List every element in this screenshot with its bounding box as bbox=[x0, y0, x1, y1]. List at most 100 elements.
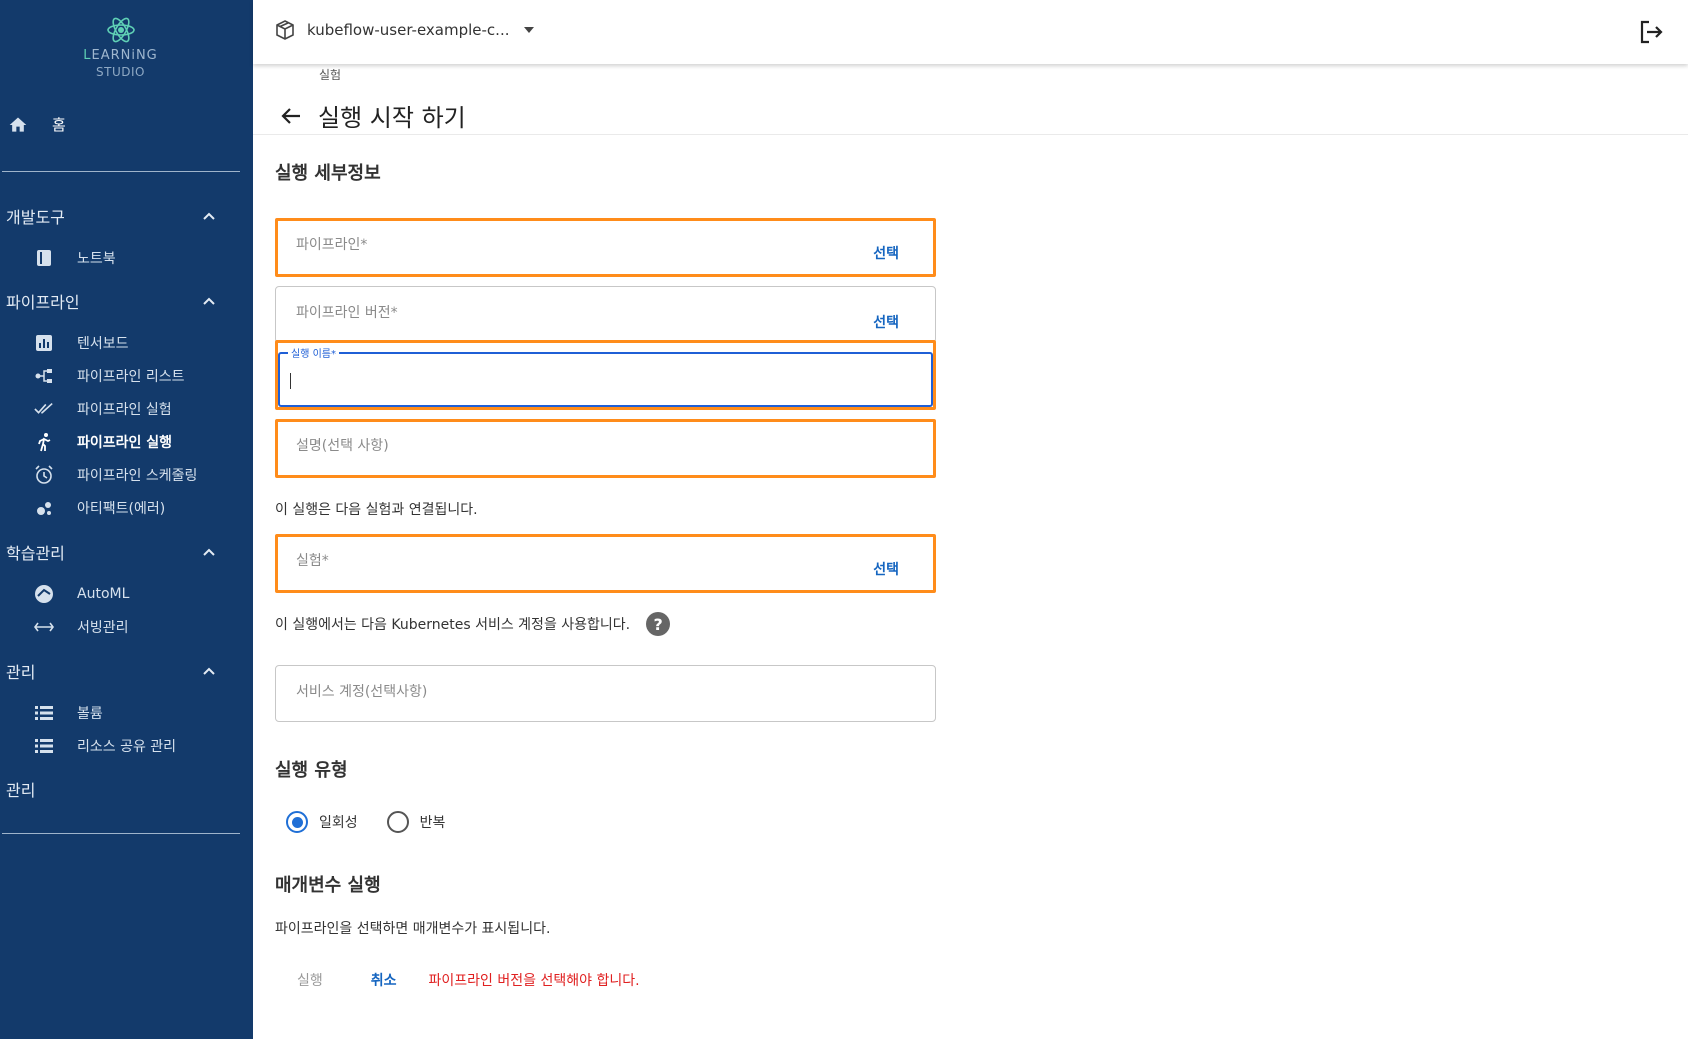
sidebar-item-label: 서빙관리 bbox=[77, 620, 129, 636]
page-title: 실행 시작 하기 bbox=[318, 104, 466, 132]
sidebar-item-resource-sharing[interactable]: 리소스 공유 관리 bbox=[34, 736, 176, 756]
sidebar-item-label: 파이프라인 실행 bbox=[77, 435, 173, 451]
sidebar-item-label: 텐서보드 bbox=[77, 336, 129, 352]
atom-logo-icon bbox=[106, 17, 135, 43]
logo-text-rest: EARNiNG bbox=[91, 48, 158, 63]
run-icon bbox=[38, 433, 51, 452]
run-name-label: 실행 이름* bbox=[288, 345, 339, 360]
cube-icon bbox=[276, 20, 294, 40]
sidebar-item-serving[interactable]: 서빙관리 bbox=[34, 617, 129, 637]
pipeline-version-select-button[interactable]: 선택 bbox=[873, 312, 899, 332]
pipeline-placeholder: 파이프라인* bbox=[296, 237, 368, 253]
run-name-field[interactable]: 실행 이름* bbox=[275, 340, 936, 410]
experiment-field[interactable]: 실험* 선택 bbox=[275, 534, 936, 593]
sidebar-item-pipeline-list[interactable]: 파이프라인 리스트 bbox=[34, 366, 185, 386]
experiment-placeholder: 실험* bbox=[296, 553, 329, 569]
namespace-name: kubeflow-user-example-c... bbox=[307, 21, 510, 39]
back-arrow-icon[interactable] bbox=[280, 105, 302, 127]
sidebar-item-volumes[interactable]: 볼륨 bbox=[34, 703, 103, 723]
sidebar-section-pipeline[interactable]: 파이프라인 bbox=[6, 289, 216, 313]
service-account-field[interactable]: 서비스 계정(선택사항) bbox=[275, 665, 936, 722]
alarm-icon bbox=[35, 465, 53, 484]
chevron-up-icon bbox=[203, 548, 215, 556]
header-divider bbox=[253, 134, 1688, 135]
run-name-outline bbox=[278, 352, 933, 407]
sidebar-item-label: 홈 bbox=[52, 116, 66, 134]
service-account-note-text: 이 실행에서는 다음 Kubernetes 서비스 계정을 사용합니다. bbox=[275, 617, 631, 633]
logo-text: LEARNiNG bbox=[0, 48, 241, 63]
params-note-text: 파이프라인을 선택하면 매개변수가 표시됩니다. bbox=[275, 921, 551, 937]
app-logo[interactable]: LEARNiNG STUDIO bbox=[0, 14, 241, 79]
sidebar-item-label: 파이프라인 스케줄링 bbox=[77, 468, 198, 484]
arrows-icon bbox=[34, 622, 54, 632]
home-icon bbox=[9, 117, 27, 132]
sidebar-item-pipeline-runs[interactable]: 파이프라인 실행 bbox=[34, 432, 172, 452]
logo-subtext: STUDIO bbox=[96, 65, 145, 79]
experiment-select-button[interactable]: 선택 bbox=[873, 559, 899, 579]
sidebar-item-label: 파이프라인 실험 bbox=[77, 402, 172, 418]
section-title: 파이프라인 bbox=[6, 293, 80, 312]
run-button[interactable]: 실행 bbox=[297, 970, 323, 990]
sidebar-divider bbox=[2, 833, 240, 834]
list-icon bbox=[35, 739, 53, 753]
help-icon[interactable]: ? bbox=[646, 612, 671, 636]
cancel-button[interactable]: 취소 bbox=[371, 970, 397, 990]
double-check-icon bbox=[34, 402, 53, 414]
sidebar-section-training[interactable]: 학습관리 bbox=[6, 540, 216, 564]
form-actions: 실행 취소 파이프라인 버전을 선택해야 합니다. bbox=[297, 970, 640, 990]
pipeline-version-field[interactable]: 파이프라인 버전* 선택 bbox=[275, 286, 936, 343]
service-account-placeholder: 서비스 계정(선택사항) bbox=[296, 684, 428, 700]
chevron-up-icon bbox=[203, 667, 215, 675]
page-header: 실행 시작 하기 bbox=[280, 98, 466, 133]
radio-one-off[interactable] bbox=[286, 811, 308, 833]
sidebar-section-devtools[interactable]: 개발도구 bbox=[6, 204, 216, 228]
sidebar-item-notebook[interactable]: 노트북 bbox=[34, 248, 116, 268]
sidebar-item-label: 파이프라인 리스트 bbox=[77, 369, 185, 385]
notebook-icon bbox=[37, 250, 51, 266]
sidebar-item-pipeline-scheduling[interactable]: 파이프라인 스케줄링 bbox=[34, 465, 197, 485]
description-field[interactable]: 설명(선택 사항) bbox=[275, 419, 936, 478]
params-note: 파이프라인을 선택하면 매개변수가 표시됩니다. bbox=[275, 918, 550, 938]
radio-selected-dot bbox=[291, 816, 303, 828]
breadcrumb[interactable]: 실험 bbox=[319, 66, 341, 83]
list-icon bbox=[35, 706, 53, 720]
radio-recurring-label[interactable]: 반복 bbox=[420, 812, 446, 832]
error-message: 파이프라인 버전을 선택해야 합니다. bbox=[428, 973, 640, 989]
pipeline-version-placeholder: 파이프라인 버전* bbox=[296, 305, 398, 321]
sidebar-section-admin[interactable]: 관리 bbox=[6, 777, 216, 801]
section-title: 개발도구 bbox=[6, 208, 65, 227]
pipeline-select-button[interactable]: 선택 bbox=[873, 243, 899, 263]
logout-button[interactable] bbox=[1638, 19, 1664, 49]
sidebar-item-pipeline-experiments[interactable]: 파이프라인 실험 bbox=[34, 399, 172, 419]
caret-down-icon bbox=[523, 27, 534, 33]
bubbles-icon bbox=[37, 502, 51, 515]
sidebar-item-tensorboard[interactable]: 텐서보드 bbox=[34, 333, 129, 353]
radio-recurring[interactable] bbox=[386, 811, 409, 833]
experiment-note: 이 실행은 다음 실험과 연결됩니다. bbox=[275, 499, 478, 519]
sidebar-divider bbox=[2, 171, 240, 172]
sidebar-item-artifacts[interactable]: 아티팩트(에러) bbox=[34, 498, 165, 518]
section-title: 관리 bbox=[6, 781, 36, 800]
service-account-note: 이 실행에서는 다음 Kubernetes 서비스 계정을 사용합니다. ? bbox=[275, 612, 671, 636]
sidebar-section-management[interactable]: 관리 bbox=[6, 659, 216, 683]
sidebar-item-home[interactable]: 홈 bbox=[8, 114, 66, 135]
section-title: 관리 bbox=[6, 663, 36, 682]
experiment-note-text: 이 실행은 다음 실험과 연결됩니다. bbox=[275, 502, 478, 518]
logout-icon bbox=[1640, 20, 1663, 44]
pipeline-icon bbox=[35, 369, 52, 383]
radio-one-off-label[interactable]: 일회성 bbox=[319, 812, 358, 832]
pipeline-field[interactable]: 파이프라인* 선택 bbox=[275, 218, 936, 277]
section-title: 학습관리 bbox=[6, 544, 65, 563]
run-type-heading: 실행 유형 bbox=[275, 760, 348, 781]
sidebar-item-label: AutoML bbox=[77, 586, 130, 602]
sidebar-item-automl[interactable]: AutoML bbox=[34, 584, 129, 604]
run-type-radio-group: 일회성 반복 bbox=[286, 811, 474, 833]
namespace-selector[interactable]: kubeflow-user-example-c... bbox=[275, 20, 534, 40]
text-cursor bbox=[290, 373, 291, 389]
chevron-up-icon bbox=[203, 212, 215, 220]
chevron-up-icon bbox=[203, 297, 215, 305]
sidebar-item-label: 아티팩트(에러) bbox=[77, 501, 166, 517]
top-bar: kubeflow-user-example-c... bbox=[253, 0, 1688, 64]
chart-icon bbox=[36, 335, 52, 351]
description-placeholder: 설명(선택 사항) bbox=[296, 438, 389, 454]
